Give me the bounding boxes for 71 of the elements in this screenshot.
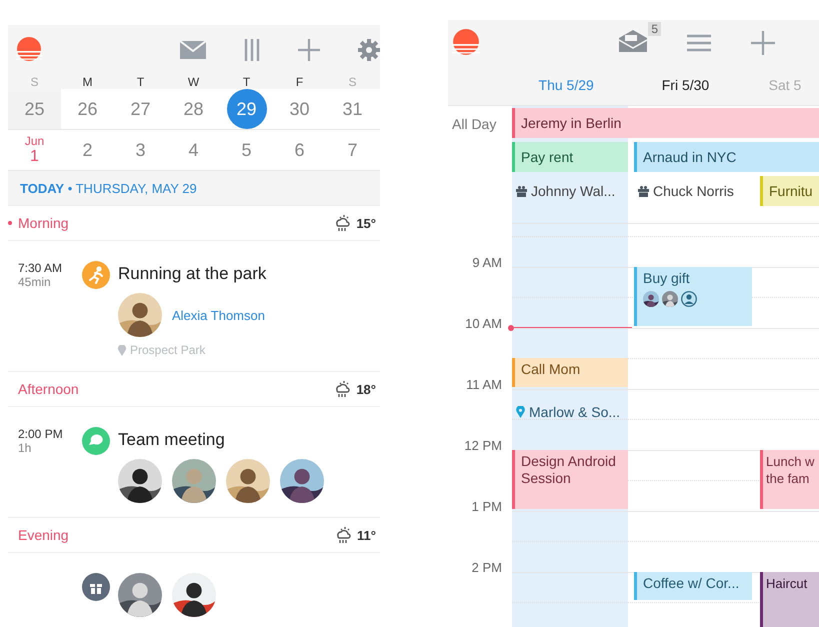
event-time: 2:00 PM: [18, 427, 64, 441]
pin-icon: [118, 344, 126, 356]
all-day-event[interactable]: Pay rent: [512, 142, 628, 172]
event-duration: 1h: [18, 441, 32, 455]
all-day-event[interactable]: Furnitu: [760, 176, 819, 206]
section-title: Evening: [18, 527, 69, 543]
hour-label: 11 AM: [466, 376, 502, 392]
temperature: 18°: [356, 382, 376, 396]
hour-label: 10 AM: [465, 316, 502, 331]
event-block[interactable]: Coffee w/ Cor...: [634, 572, 752, 600]
hour-label: 9 AM: [472, 254, 502, 270]
unread-badge: 5: [648, 22, 661, 36]
birthday-event[interactable]: Johnny Wal...: [531, 183, 616, 199]
weekday-label: T: [242, 75, 250, 89]
day-tab[interactable]: Thu 5/29: [510, 77, 622, 93]
event-title: Design Android Session: [521, 452, 617, 487]
now-dot: [8, 221, 12, 225]
hour-label: 12 PM: [464, 438, 502, 453]
weekday-label: F: [296, 75, 304, 89]
gift-icon: [516, 186, 527, 196]
sunrise-logo[interactable]: [452, 28, 480, 56]
event-location: Prospect Park: [130, 343, 206, 357]
event-title: Haircut: [766, 574, 808, 592]
add-icon[interactable]: [298, 39, 320, 61]
section-title: Afternoon: [18, 381, 79, 397]
add-icon[interactable]: [751, 30, 775, 54]
event-title: Call Mom: [521, 361, 582, 378]
event-block[interactable]: Lunch w the fam: [760, 450, 819, 509]
hour-label: 2 PM: [472, 560, 502, 575]
day-tab[interactable]: Fri 5/30: [628, 77, 743, 93]
all-day-label: All Day: [451, 115, 498, 134]
gift-icon: [638, 186, 649, 196]
weekday-label: S: [30, 75, 38, 89]
weather-icon: [335, 526, 352, 544]
weekday-label: S: [348, 75, 356, 89]
section-title: Morning: [18, 215, 69, 231]
event-title: Buy gift: [643, 270, 691, 287]
today-heading: TODAY • THURSDAY, MAY 29: [20, 180, 197, 196]
menu-icon[interactable]: [687, 34, 711, 52]
settings-icon[interactable]: [358, 39, 380, 61]
birthday-event[interactable]: Chuck Norris: [653, 183, 734, 199]
day-tab[interactable]: Sat 5: [750, 77, 819, 93]
hour-label: 1 PM: [472, 498, 502, 514]
mail-icon[interactable]: [180, 41, 206, 59]
event-block[interactable]: Design Android Session: [512, 450, 628, 509]
weather-icon: [334, 214, 350, 232]
columns-icon[interactable]: [244, 39, 260, 61]
event-title: Lunch w the fam: [766, 452, 816, 487]
event-block[interactable]: Haircut: [760, 572, 819, 627]
event-title: Team meeting: [118, 429, 225, 451]
day-cell[interactable]: 25: [8, 89, 61, 129]
event-title: Coffee w/ Cor...: [643, 574, 740, 592]
all-day-event[interactable]: Arnaud in NYC: [634, 142, 819, 172]
all-day-event[interactable]: Jeremy in Berlin: [512, 108, 819, 138]
event-duration: 45min: [18, 275, 52, 289]
weekday-label: T: [136, 75, 144, 89]
pin-icon: [516, 406, 525, 418]
inbox-icon[interactable]: [619, 28, 647, 52]
person-icon: [681, 290, 697, 307]
weekday-label: W: [188, 75, 200, 89]
temperature: 15°: [356, 216, 376, 230]
weekday-label: M: [82, 75, 92, 89]
attendee-link[interactable]: Alexia Thomson: [172, 308, 265, 322]
event-block[interactable]: Buy gift: [634, 266, 752, 326]
place-event[interactable]: Marlow & So...: [529, 404, 620, 420]
event-title: Running at the park: [118, 263, 266, 285]
temperature: 11°: [357, 528, 376, 542]
event-time: 7:30 AM: [18, 261, 64, 275]
event-block[interactable]: Call Mom: [512, 358, 628, 387]
sunrise-logo[interactable]: [16, 37, 42, 63]
weather-icon: [334, 380, 350, 398]
